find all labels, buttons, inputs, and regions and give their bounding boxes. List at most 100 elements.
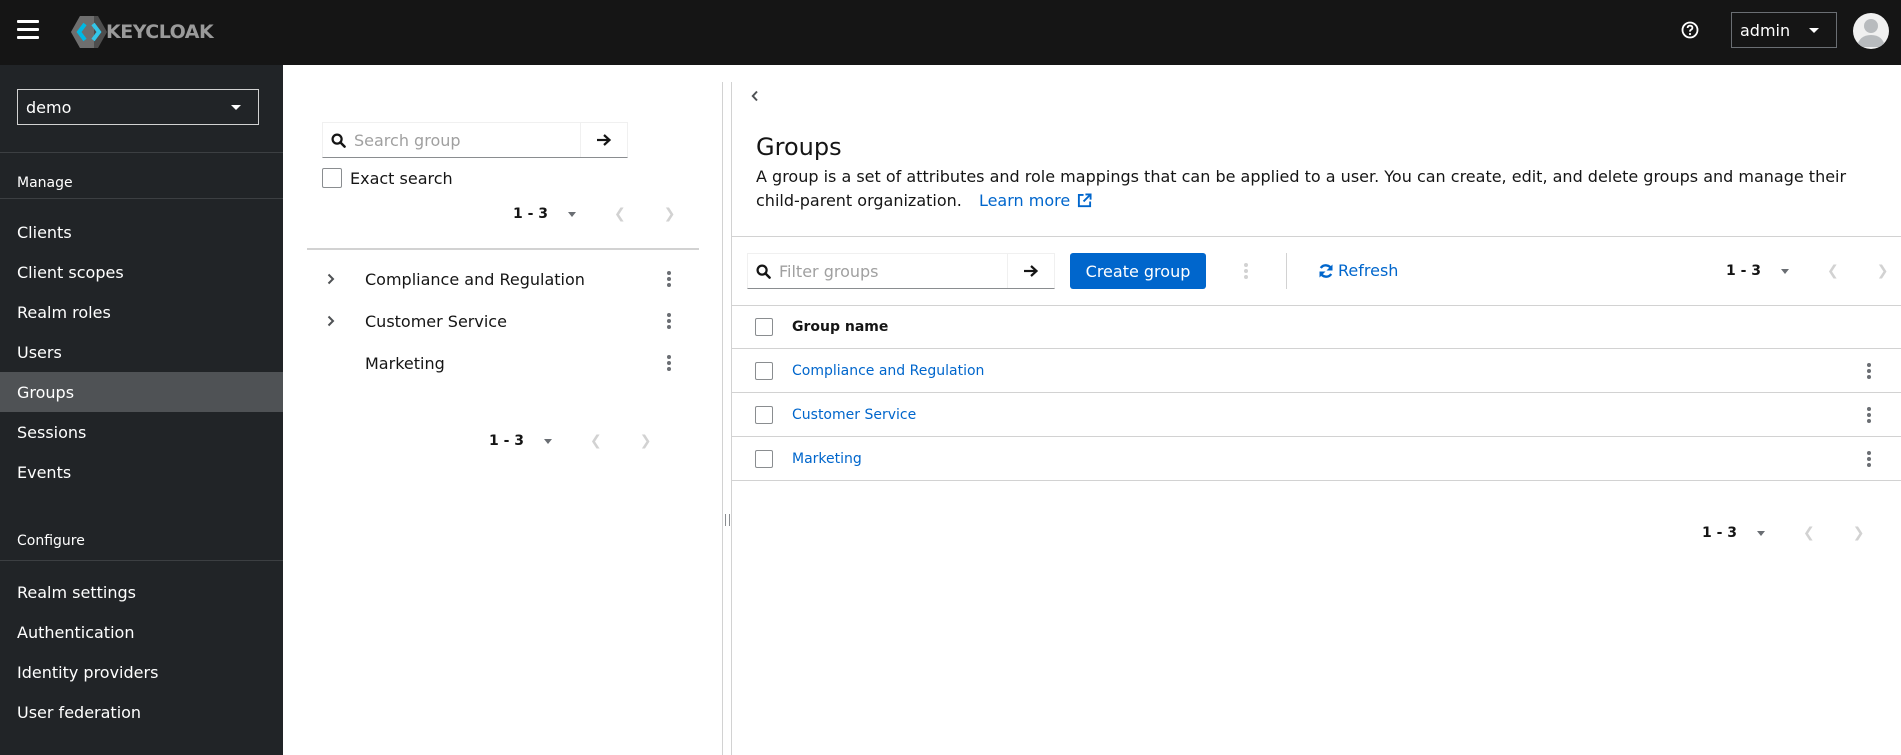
learn-more-label: Learn more [978,191,1071,210]
kebab-menu-icon[interactable] [659,311,679,331]
realm-selector[interactable]: demo [17,89,259,125]
chevron-left-icon [751,90,758,102]
previous-page-button[interactable]: ❮ [590,433,602,449]
search-group-box [322,122,628,158]
table-row: Compliance and Regulation [732,349,1901,393]
splitter-line [722,82,723,755]
description-text: A group is a set of attributes and role … [756,167,1847,210]
table-row: Customer Service [732,393,1901,437]
search-submit-button[interactable] [581,123,627,157]
group-name-link[interactable]: Marketing [792,451,862,467]
refresh-icon [1319,263,1333,278]
refresh-button[interactable]: Refresh [1318,261,1398,280]
arrow-right-icon [1024,265,1039,277]
tree-item[interactable]: Compliance and Regulation [307,258,699,300]
sidebar-item-sessions[interactable]: Sessions [0,412,283,452]
pagination-range[interactable]: 1 - 3 [489,433,524,449]
row-checkbox[interactable] [755,405,773,424]
tree-item[interactable]: Marketing [307,342,699,384]
group-name-link[interactable]: Customer Service [792,407,916,423]
groups-main-pane: Groups A group is a set of attributes an… [732,65,1901,755]
sidebar-item-events[interactable]: Events [0,452,283,492]
group-tree-pane: Exact search 1 - 3 ❮ ❯ Compliance and Re… [283,65,723,755]
search-icon [331,132,346,148]
table-header: Group name [732,305,1901,349]
hamburger-icon[interactable] [17,20,39,40]
filter-submit-button[interactable] [1008,254,1054,288]
pagination-range[interactable]: 1 - 3 [1702,525,1737,541]
resize-handle[interactable] [725,514,730,526]
refresh-label: Refresh [1338,261,1399,280]
nav-section-manage: Manage [17,175,73,191]
caret-down-icon[interactable] [544,438,553,444]
nav-divider [0,560,283,561]
caret-down-icon[interactable] [1781,268,1790,274]
kebab-menu-icon[interactable] [1859,361,1879,381]
sidebar-item-identity-providers[interactable]: Identity providers [0,652,283,692]
sidebar-item-client-scopes[interactable]: Client scopes [0,252,283,292]
tree-pagination-bottom: 1 - 3 ❮ ❯ [489,433,652,449]
nav-section-configure: Configure [17,533,85,549]
kebab-menu-icon[interactable] [659,269,679,289]
toolbar-separator [1286,253,1287,289]
kebab-menu-icon[interactable] [1859,405,1879,425]
previous-page-button[interactable]: ❮ [614,206,626,222]
sidebar-item-realm-roles[interactable]: Realm roles [0,292,283,332]
sidebar-item-realm-settings[interactable]: Realm settings [0,572,283,612]
caret-down-icon[interactable] [568,211,577,217]
external-link-icon [1078,193,1092,208]
checkbox[interactable] [322,168,342,188]
next-page-button[interactable]: ❯ [640,433,652,449]
search-icon [756,263,771,279]
toolbar-kebab-icon[interactable] [1236,261,1256,281]
exact-search-checkbox[interactable]: Exact search [322,168,453,188]
tree-item[interactable]: Customer Service [307,300,699,342]
create-group-button[interactable]: Create group [1070,253,1206,289]
masthead: KEYCLOAK admin [0,0,1901,65]
previous-page-button[interactable]: ❮ [1803,525,1815,541]
sidebar-item-groups[interactable]: Groups [0,372,283,412]
next-page-button[interactable]: ❯ [1877,263,1889,279]
search-group-input[interactable] [354,130,554,150]
tree-item-label[interactable]: Compliance and Regulation [365,270,585,289]
learn-more-link[interactable]: Learn more [979,191,1092,210]
pagination-range[interactable]: 1 - 3 [1726,263,1761,279]
expand-chevron-icon[interactable] [307,273,355,285]
sidebar-item-users[interactable]: Users [0,332,283,372]
group-name-link[interactable]: Compliance and Regulation [792,363,984,379]
username: admin [1740,20,1791,40]
filter-groups-input[interactable] [779,261,979,281]
user-menu-toggle[interactable]: admin [1731,12,1837,48]
sidebar-item-user-federation[interactable]: User federation [0,692,283,732]
nav-divider [0,198,283,199]
tree-divider [307,248,699,250]
table-pagination-top: 1 - 3 ❮ ❯ [1726,263,1889,279]
caret-down-icon [231,105,241,110]
column-header-group-name[interactable]: Group name [792,319,888,335]
realm-name: demo [26,97,72,117]
next-page-button[interactable]: ❯ [1853,525,1865,541]
brand-name: KEYCLOAK [106,21,214,43]
previous-page-button[interactable]: ❮ [1827,263,1839,279]
kebab-menu-icon[interactable] [659,353,679,373]
next-page-button[interactable]: ❯ [664,206,676,222]
caret-down-icon[interactable] [1757,530,1766,536]
collapse-tree-button[interactable] [751,87,759,106]
sidebar: demo Manage Clients Client scopes Realm … [0,65,283,755]
select-all-checkbox[interactable] [755,318,773,336]
keycloak-logo[interactable]: KEYCLOAK [70,16,214,48]
row-checkbox[interactable] [755,361,773,380]
tree-item-label[interactable]: Marketing [365,354,445,373]
pagination-range[interactable]: 1 - 3 [513,206,548,222]
help-circle-icon[interactable] [1681,21,1699,39]
expand-chevron-icon[interactable] [307,315,355,327]
sidebar-item-clients[interactable]: Clients [0,212,283,252]
row-checkbox[interactable] [755,449,773,468]
sidebar-item-authentication[interactable]: Authentication [0,612,283,652]
user-avatar-icon[interactable] [1853,13,1889,49]
kebab-menu-icon[interactable] [1859,449,1879,469]
tree-item-label[interactable]: Customer Service [365,312,507,331]
table-row: Marketing [732,437,1901,481]
tree-pagination-top: 1 - 3 ❮ ❯ [513,206,676,222]
keycloak-logo-icon [71,16,107,48]
